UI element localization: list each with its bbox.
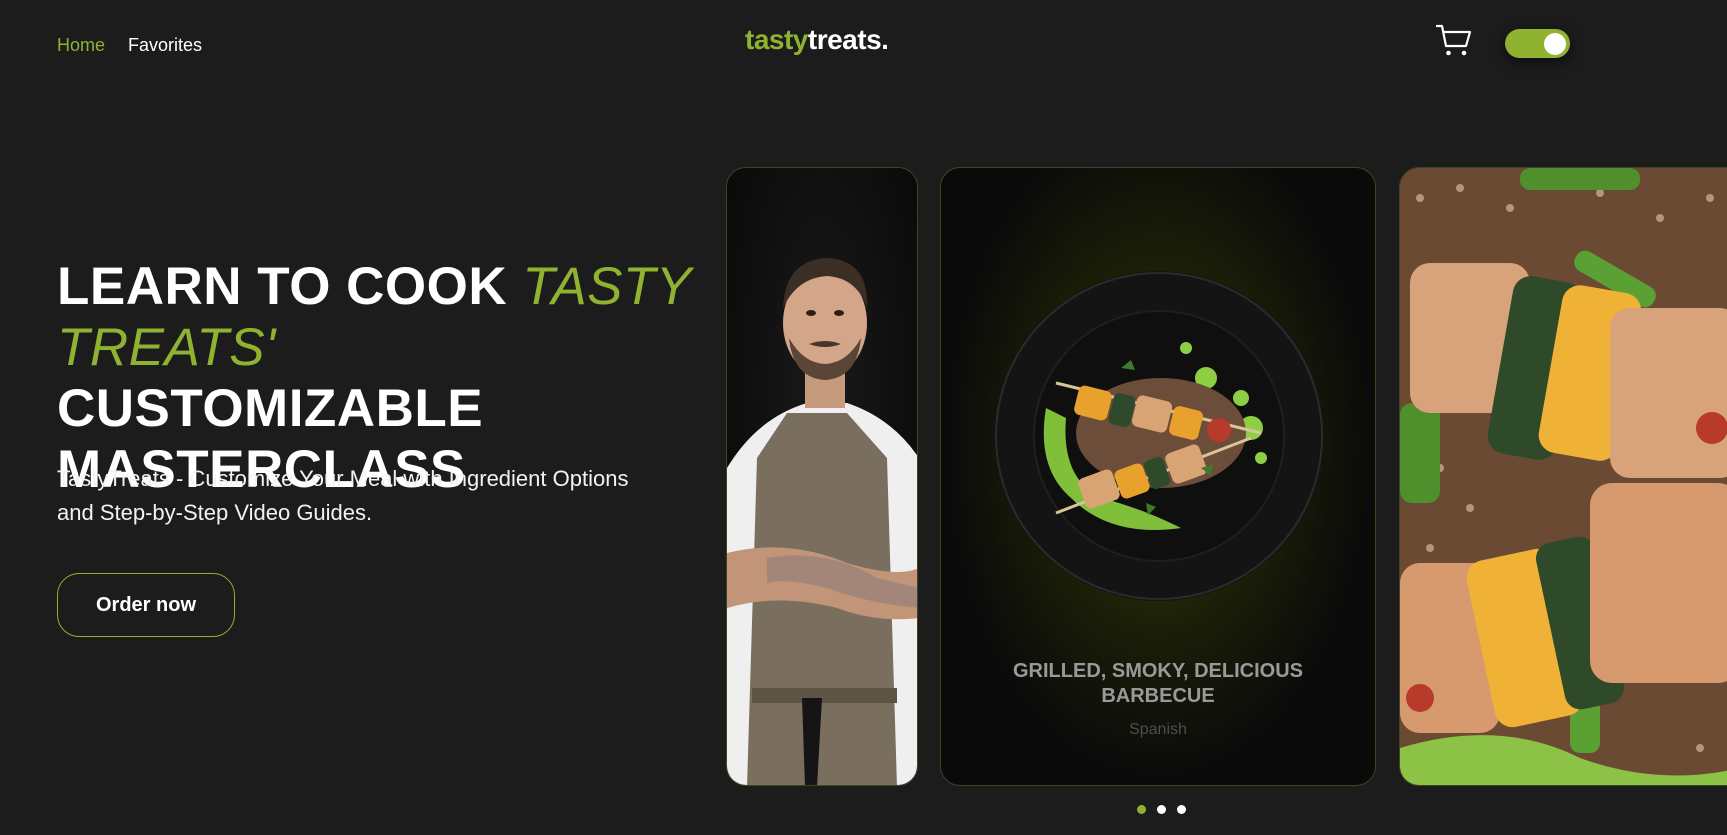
order-now-button[interactable]: Order now <box>57 573 235 637</box>
cart-icon <box>1436 24 1472 56</box>
skewers-closeup-image <box>1400 168 1727 785</box>
nav-favorites-link[interactable]: Favorites <box>128 35 202 56</box>
carousel-dot-2[interactable] <box>1157 805 1166 814</box>
toggle-knob <box>1544 32 1566 55</box>
card-title: GRILLED, SMOKY, DELICIOUS BARBECUE <box>1012 660 1304 707</box>
carousel-dot-1[interactable] <box>1137 805 1146 814</box>
carousel-dot-3[interactable] <box>1177 805 1186 814</box>
hero-title-part1: LEARN TO COOK <box>57 257 523 316</box>
main-nav: Home Favorites <box>57 35 202 56</box>
card-cuisine: Spanish <box>1129 721 1187 738</box>
cart-button[interactable] <box>1436 24 1472 58</box>
page: Home Favorites tastytreats. LEARN TO COO… <box>0 0 1727 835</box>
hero-card-chef[interactable] <box>726 167 918 786</box>
logo-part-tasty: tasty <box>745 24 808 55</box>
theme-toggle[interactable] <box>1505 29 1570 58</box>
hero-subtitle: TastyTreats - Customize Your Meal with I… <box>57 466 629 525</box>
plated-skewers-image <box>994 271 1324 601</box>
hero-card-food[interactable] <box>1399 167 1727 786</box>
carousel-pagination <box>1137 805 1186 814</box>
hero-card-main[interactable]: GRILLED, SMOKY, DELICIOUS BARBECUE Spani… <box>940 167 1376 786</box>
chef-image <box>727 168 917 785</box>
logo[interactable]: tastytreats. <box>745 24 889 56</box>
nav-home-link[interactable]: Home <box>57 35 105 56</box>
logo-part-treats: treats. <box>807 24 889 55</box>
